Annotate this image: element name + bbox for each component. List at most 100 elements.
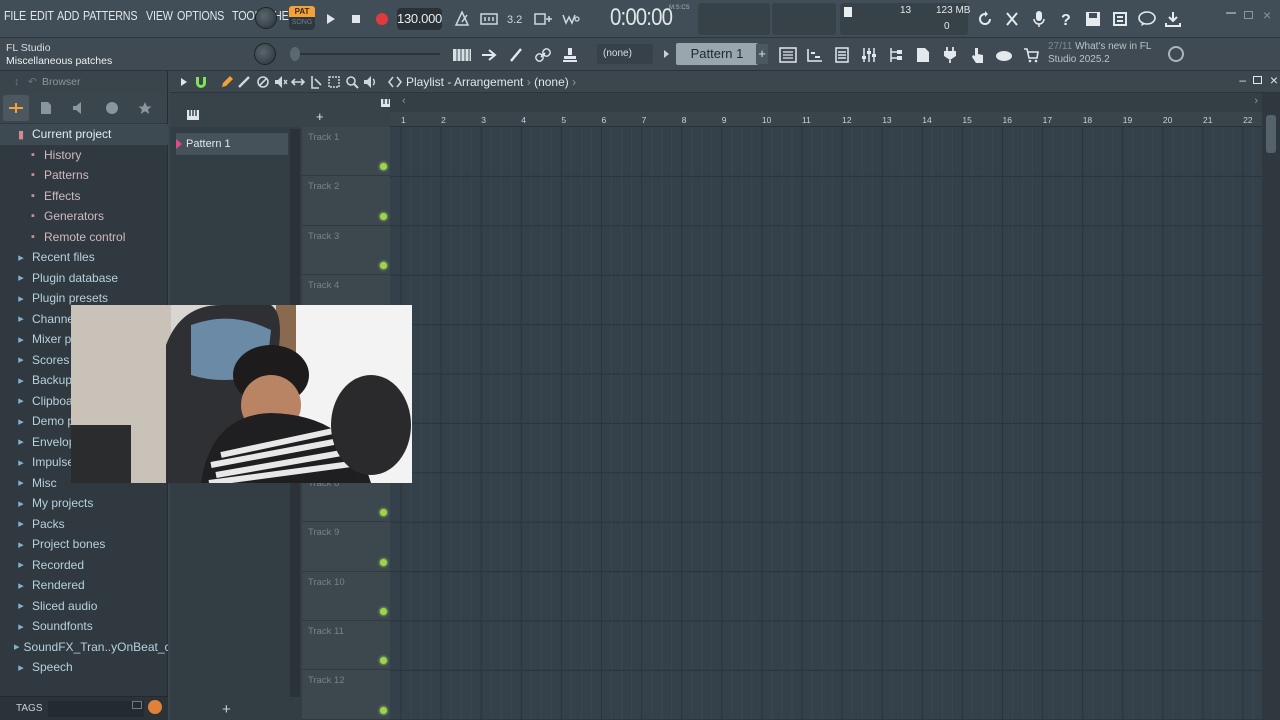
track-enabled-led[interactable] [380, 558, 387, 566]
chat-button[interactable] [1134, 6, 1160, 32]
browser-item[interactable]: ▪ Effects [0, 186, 168, 207]
pattern-list-item[interactable]: Pattern 1 [176, 133, 288, 155]
playlist-grid[interactable] [390, 127, 1262, 720]
add-pattern-plus-icon[interactable]: + [222, 701, 231, 718]
restore-icon[interactable] [1244, 11, 1253, 19]
channel-rack-button[interactable] [829, 42, 855, 68]
pencil-icon[interactable] [220, 75, 234, 89]
download-button[interactable] [1160, 6, 1186, 32]
stamp-button[interactable] [557, 42, 583, 68]
track-enabled-led[interactable] [380, 607, 387, 615]
playlist-button[interactable] [775, 42, 801, 68]
scroll-left-icon[interactable]: ‹ [402, 95, 406, 107]
tab-plugins[interactable] [62, 95, 95, 121]
master-volume-knob[interactable] [255, 7, 277, 29]
mute-tool-icon[interactable] [274, 75, 288, 89]
mixer-button[interactable] [856, 42, 882, 68]
tab-project[interactable] [29, 95, 62, 121]
browser-item[interactable]: ▸ Project bones [0, 534, 168, 555]
browser-item[interactable]: ▸SoundFX_Tran..yOnBeat_com [0, 637, 168, 658]
browser-item[interactable]: ▸ Plugin database [0, 268, 168, 289]
track-enabled-led[interactable] [380, 163, 387, 171]
menu-view[interactable]: VIEW [146, 9, 173, 23]
step-edit-button[interactable] [530, 6, 556, 32]
piano-roll-snap-button[interactable] [449, 42, 475, 68]
browser-item[interactable]: ▸ Recent files [0, 247, 168, 268]
vertical-scroll-thumb[interactable] [1266, 115, 1276, 153]
play-button[interactable] [318, 7, 342, 31]
magnet-icon[interactable] [194, 75, 208, 89]
pat-song-toggle[interactable]: PAT SONG [289, 6, 315, 30]
link-button[interactable] [530, 42, 556, 68]
browser-item[interactable]: ▪ Generators [0, 206, 168, 227]
slider-handle[interactable] [290, 47, 300, 61]
scroll-right-icon[interactable]: › [1254, 95, 1258, 107]
save-button[interactable] [1080, 6, 1106, 32]
pattern-selector[interactable]: Pattern 1 [676, 43, 758, 65]
track-enabled-led[interactable] [380, 262, 387, 270]
playlist-menu-arrow-icon[interactable] [180, 77, 188, 87]
search-icon[interactable] [148, 700, 162, 714]
folder-icon[interactable] [132, 701, 142, 709]
tutorial-button[interactable] [991, 42, 1017, 68]
back-icon[interactable]: ↶ [28, 71, 37, 93]
track-enabled-led[interactable] [380, 212, 387, 220]
plugin-picker-button[interactable] [937, 42, 963, 68]
slice-tool-icon[interactable] [309, 75, 323, 89]
timeline-ruler[interactable]: 1 2 3 4 5 6 7 8 9 10 11 12 13 14 15 16 17 18 19 20 21 22 [390, 112, 1262, 127]
track-enabled-led[interactable] [380, 509, 387, 517]
track-enabled-led[interactable] [380, 706, 387, 714]
next-button[interactable] [476, 42, 502, 68]
delete-tool-icon[interactable] [256, 75, 270, 89]
loop-record-button[interactable] [557, 6, 583, 32]
add-pattern-icon[interactable]: + [756, 44, 768, 64]
browser-button[interactable] [910, 42, 936, 68]
track-header[interactable]: Track 1 [302, 127, 390, 177]
menu-add[interactable]: ADD [57, 9, 79, 23]
tempo-display[interactable]: 130.000 [397, 8, 442, 30]
arrangement-name[interactable]: (none) [534, 75, 569, 89]
song-time-display[interactable]: 0:00:00 [610, 4, 673, 32]
globe-icon[interactable] [1168, 46, 1184, 62]
menu-options[interactable]: OPTIONS [177, 9, 224, 23]
browser-item[interactable]: ▸ Speech [0, 657, 168, 678]
arrange-arrows-icon[interactable] [388, 75, 402, 89]
tab-all[interactable] [3, 95, 29, 121]
refresh-button[interactable] [972, 6, 998, 32]
close-icon[interactable]: × [1263, 7, 1271, 23]
minimize-playlist-icon[interactable]: – [1239, 73, 1246, 87]
browser-item[interactable]: ▮ Current project [0, 124, 168, 145]
stop-button[interactable] [344, 7, 368, 31]
store-button[interactable] [1018, 42, 1044, 68]
browser-item[interactable]: ▪ History [0, 145, 168, 166]
browser-item[interactable]: ▸ Recorded [0, 555, 168, 576]
metronome-button[interactable] [449, 6, 475, 32]
track-header[interactable]: Track 11 [302, 621, 390, 671]
zoom-tool-icon[interactable] [345, 75, 359, 89]
piano-roll-button[interactable] [802, 42, 828, 68]
track-header[interactable]: Track 10 [302, 572, 390, 621]
maximize-playlist-icon[interactable] [1253, 76, 1262, 84]
track-header[interactable]: Track 3 [302, 226, 390, 276]
templates-button[interactable] [1107, 6, 1133, 32]
browser-item[interactable]: ▸ Rendered [0, 575, 168, 596]
menu-patterns[interactable]: PATTERNS [83, 9, 138, 23]
project-picker-button[interactable] [883, 42, 909, 68]
tags-search-input[interactable] [48, 701, 144, 717]
browser-item[interactable]: ▪ Remote control [0, 227, 168, 248]
menu-file[interactable]: FILE [4, 9, 26, 23]
cut-button[interactable] [999, 6, 1025, 32]
wait-for-input-button[interactable] [476, 6, 502, 32]
touch-controller-button[interactable] [964, 42, 990, 68]
piano-keys-icon[interactable] [186, 109, 200, 121]
menu-edit[interactable]: EDIT [30, 9, 54, 23]
mixer-target-select[interactable]: (none) [597, 44, 653, 64]
track-header[interactable]: Track 9 [302, 522, 390, 572]
minimize-icon[interactable] [1226, 12, 1236, 14]
browser-item[interactable]: ▸ My projects [0, 493, 168, 514]
track-header[interactable]: Track 12 [302, 670, 390, 720]
browser-item[interactable]: ▪ Patterns [0, 165, 168, 186]
tab-favorites[interactable] [128, 95, 161, 121]
close-playlist-icon[interactable]: × [1270, 72, 1278, 88]
tab-online[interactable] [95, 95, 128, 121]
